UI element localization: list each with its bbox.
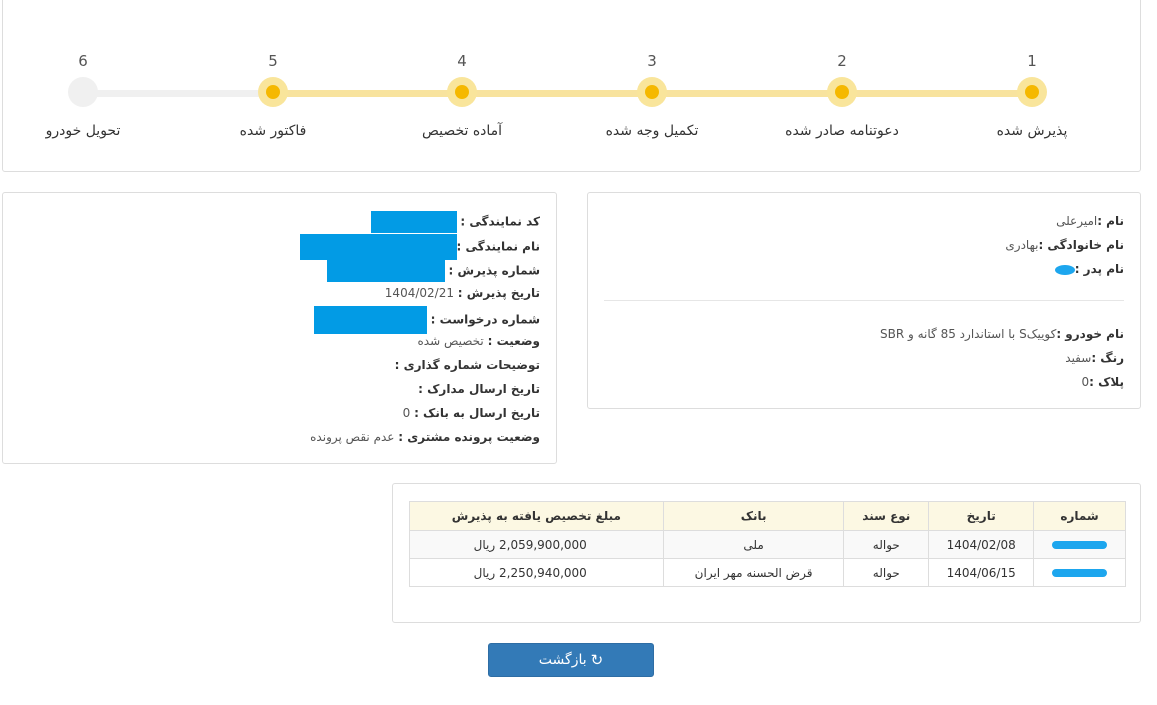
step-dot: [68, 77, 98, 107]
customer-family-value: بهادری: [1005, 238, 1039, 252]
field-label: نام خانوادگی :: [1038, 238, 1124, 252]
divider: [604, 300, 1124, 301]
field-label: وضعیت :: [487, 334, 540, 348]
step-number: 4: [457, 52, 467, 70]
refresh-icon: ↻: [590, 651, 604, 669]
bank-sent-row: تاریخ ارسال به بانک : 0: [403, 404, 540, 422]
row-date-cell: 1404/02/08: [928, 530, 1035, 559]
customer-vehicle-panel: نام :امیرعلی نام خانوادگی :بهادری نام پد…: [587, 192, 1141, 409]
column-header-doc-type: نوع سند: [843, 501, 930, 531]
step-number: 6: [78, 52, 88, 70]
customer-name-value: امیرعلی: [1056, 214, 1098, 228]
agency-code-row: کد نمایندگی :: [370, 211, 540, 233]
field-label: نام خودرو :: [1056, 327, 1124, 341]
field-label: شماره پذیرش :: [448, 263, 540, 278]
row-number-cell: [1033, 558, 1126, 587]
field-label: نام :: [1097, 214, 1124, 228]
row-doc-type-cell: حواله: [843, 558, 930, 587]
redaction-mark: [1054, 264, 1075, 275]
column-header-amount: مبلغ تخصیص یافته به پذیرش: [409, 501, 664, 531]
row-doc-type-cell: حواله: [843, 530, 930, 559]
reception-date-value: 1404/02/21: [384, 286, 454, 300]
reception-date-row: تاریخ پذیرش : 1404/02/21: [385, 284, 540, 302]
reception-number-row: شماره پذیرش :: [326, 260, 540, 282]
step-number: 5: [268, 52, 278, 70]
field-label: تاریخ پذیرش :: [457, 286, 540, 300]
vehicle-plate-value: 0: [1081, 375, 1090, 389]
request-number-row: شماره درخواست :: [313, 306, 540, 334]
field-label: تاریخ ارسال مدارک :: [418, 382, 540, 396]
step-number: 3: [647, 52, 657, 70]
progress-stepper: 1 پذیرش شده 2 دعوتنامه صادر شده 3 تکمیل …: [2, 0, 1141, 172]
step-dot: [258, 77, 288, 107]
vehicle-color-value: سفید: [1065, 351, 1092, 365]
step-dot: [447, 77, 477, 107]
field-label: نام نمایندگی :: [456, 239, 540, 254]
row-bank-cell: قرض الحسنه مهر ایران: [662, 558, 845, 587]
step-dot: [827, 77, 857, 107]
step-label: دعوتنامه صادر شده: [785, 123, 899, 139]
customer-name-row: نام :امیرعلی: [1056, 212, 1124, 230]
row-amount-cell: 2,059,900,000 ریال: [409, 530, 664, 559]
agency-info-panel: کد نمایندگی : نام نمایندگی : شماره پذیرش…: [2, 192, 557, 464]
redaction-mark: [1052, 569, 1108, 577]
row-amount-cell: 2,250,940,000 ریال: [409, 558, 664, 587]
back-button[interactable]: ↻ بازگشت: [488, 643, 654, 677]
field-label: توضیحات شماره گذاری :: [394, 358, 540, 372]
row-number-cell: [1033, 530, 1126, 559]
field-label: تاریخ ارسال به بانک :: [414, 406, 540, 420]
column-header-bank: بانک: [662, 501, 845, 531]
step-dot: [1017, 77, 1047, 107]
step-label: تکمیل وجه شده: [605, 123, 699, 139]
step-label: تحویل خودرو: [45, 123, 121, 139]
status-value: تخصیص شده: [417, 334, 484, 348]
field-label: کد نمایندگی :: [460, 214, 540, 229]
step-dot: [637, 77, 667, 107]
column-header-number: شماره: [1033, 501, 1126, 531]
file-status-row: وضعیت پرونده مشتری : عدم نقص پرونده: [310, 428, 540, 446]
vehicle-model-row: نام خودرو :کوییکS با استاندارد 85 گانه و…: [880, 325, 1124, 343]
field-label: شماره درخواست :: [430, 312, 540, 327]
table-row: 1404/02/08 حواله ملی 2,059,900,000 ریال: [409, 530, 1126, 559]
column-header-date: تاریخ: [928, 501, 1035, 531]
table-header-row: شماره تاریخ نوع سند بانک مبلغ تخصیص یافت…: [409, 501, 1126, 531]
step-label: فاکتور شده: [239, 123, 307, 139]
payments-table: شماره تاریخ نوع سند بانک مبلغ تخصیص یافت…: [409, 501, 1126, 587]
table-row: 1404/06/15 حواله قرض الحسنه مهر ایران 2,…: [409, 558, 1126, 587]
field-label: پلاک :: [1089, 375, 1124, 389]
vehicle-plate-row: پلاک :0: [1081, 373, 1124, 391]
step-label: آماده تخصیص: [421, 123, 503, 139]
progress-track-remaining: [83, 90, 273, 97]
agency-name-row: نام نمایندگی :: [299, 234, 540, 260]
redaction-block: [299, 234, 457, 260]
field-label: رنگ :: [1091, 351, 1124, 365]
step-number: 2: [837, 52, 847, 70]
field-label: نام پدر :: [1074, 262, 1124, 276]
vehicle-color-row: رنگ :سفید: [1065, 349, 1124, 367]
step-number: 1: [1027, 52, 1037, 70]
customer-family-row: نام خانوادگی :بهادری: [1005, 236, 1124, 254]
redaction-block: [326, 260, 445, 282]
redaction-block: [313, 306, 427, 334]
status-row: وضعیت : تخصیص شده: [417, 332, 540, 350]
back-button-label: بازگشت: [538, 652, 587, 668]
row-bank-cell: ملی: [662, 530, 845, 559]
vehicle-model-value: کوییکS با استاندارد 85 گانه و SBR: [880, 327, 1057, 341]
redaction-mark: [1052, 541, 1108, 549]
payments-panel: شماره تاریخ نوع سند بانک مبلغ تخصیص یافت…: [392, 483, 1141, 623]
file-status-value: عدم نقص پرونده: [310, 430, 395, 444]
field-label: وضعیت پرونده مشتری :: [398, 430, 540, 444]
customer-father-row: نام پدر :: [1054, 260, 1124, 278]
docs-sent-row: تاریخ ارسال مدارک :: [418, 380, 540, 398]
bank-sent-value: 0: [402, 406, 411, 420]
step-label: پذیرش شده: [996, 123, 1068, 139]
row-date-cell: 1404/06/15: [928, 558, 1035, 587]
redaction-block: [370, 211, 457, 233]
numbering-desc-row: توضیحات شماره گذاری :: [395, 356, 540, 374]
